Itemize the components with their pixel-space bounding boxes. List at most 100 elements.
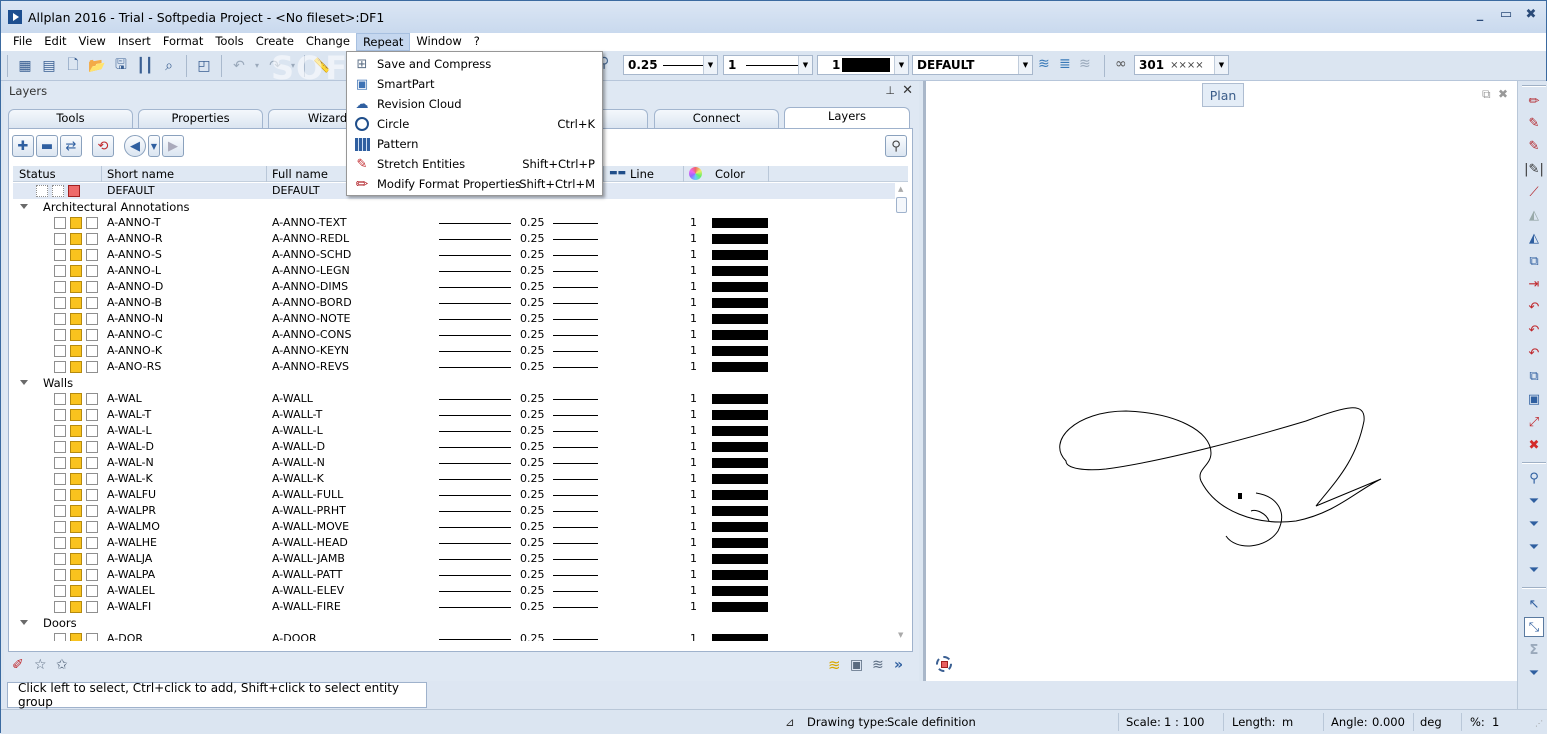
- layer-status-indicator[interactable]: [70, 329, 82, 341]
- visibility-checkbox[interactable]: [54, 569, 66, 581]
- layer-pen-thickness[interactable]: 0.25: [520, 584, 545, 597]
- plan-viewport[interactable]: Plan ⧉ ✖: [923, 81, 1517, 681]
- layer-row[interactable]: A-WALPR A-WALL-PRHT 0.25 1: [13, 503, 895, 519]
- layer-color-swatch[interactable]: [712, 522, 768, 532]
- layer-line-type[interactable]: 1: [690, 312, 697, 325]
- layer-group[interactable]: Architectural Annotations: [13, 199, 895, 215]
- open-file-icon[interactable]: 📂: [86, 55, 108, 77]
- layer-pen-thickness[interactable]: 0.25: [520, 344, 545, 357]
- layer-pen-thickness[interactable]: 0.25: [520, 360, 545, 373]
- layer-color-swatch[interactable]: [712, 298, 768, 308]
- layer-line-type[interactable]: 1: [690, 568, 697, 581]
- layer-row[interactable]: A-WAL-D A-WALL-D 0.25 1: [13, 439, 895, 455]
- layer-color-swatch[interactable]: [712, 394, 768, 404]
- layer-pen-thickness[interactable]: 0.25: [520, 632, 545, 641]
- layer-row[interactable]: A-DOR A-DOOR 0.25 1: [13, 631, 895, 641]
- layer-line-type[interactable]: 1: [690, 392, 697, 405]
- lock-checkbox[interactable]: [86, 361, 98, 373]
- lock-checkbox[interactable]: [86, 553, 98, 565]
- lock-checkbox[interactable]: [86, 297, 98, 309]
- col-color[interactable]: Color: [715, 167, 745, 181]
- layer-status-indicator[interactable]: [70, 345, 82, 357]
- layer-color-swatch[interactable]: [712, 410, 768, 420]
- visibility-checkbox[interactable]: [54, 265, 66, 277]
- layer-row[interactable]: A-ANNO-S A-ANNO-SCHD 0.25 1: [13, 247, 895, 263]
- more-icon[interactable]: »: [894, 657, 903, 673]
- layer-line-type[interactable]: 1: [690, 456, 697, 469]
- col-full-name[interactable]: Full name: [272, 167, 328, 181]
- line-type-select[interactable]: 1 ▼: [723, 55, 813, 75]
- lock-checkbox[interactable]: [86, 217, 98, 229]
- new-file-icon[interactable]: 🗋: [62, 55, 84, 77]
- layer-line-type[interactable]: 1: [690, 216, 697, 229]
- freehand-curve[interactable]: [1059, 407, 1382, 523]
- chevron-down-icon[interactable]: ▼: [1214, 56, 1228, 74]
- lock-checkbox[interactable]: [86, 393, 98, 405]
- visibility-checkbox[interactable]: [54, 313, 66, 325]
- layer-color-swatch[interactable]: [712, 442, 768, 452]
- arc-curve[interactable]: [1250, 510, 1270, 522]
- layer-color-swatch[interactable]: [712, 266, 768, 276]
- layer-line-type[interactable]: 1: [690, 344, 697, 357]
- back-button[interactable]: ◀: [124, 135, 146, 157]
- layer-line-type[interactable]: 1: [690, 296, 697, 309]
- layer-color-swatch[interactable]: [712, 234, 768, 244]
- layer-row[interactable]: A-WALEL A-WALL-ELEV 0.25 1: [13, 583, 895, 599]
- layer-line-type[interactable]: 1: [690, 632, 697, 641]
- visibility-checkbox[interactable]: [36, 185, 48, 197]
- select-arrow-icon[interactable]: ↖: [1524, 594, 1544, 614]
- modify-distance-icon[interactable]: |✎|: [1524, 159, 1544, 179]
- layer-row[interactable]: A-ANNO-N A-ANNO-NOTE 0.25 1: [13, 311, 895, 327]
- layer-line-type[interactable]: 1: [690, 248, 697, 261]
- layer-color-swatch[interactable]: [712, 314, 768, 324]
- scale-value[interactable]: 1 : 100: [1164, 715, 1204, 729]
- layer-status-indicator[interactable]: [70, 457, 82, 469]
- select-window-icon[interactable]: ⤡: [1524, 617, 1544, 637]
- lock-checkbox[interactable]: [86, 313, 98, 325]
- filter-element-icon[interactable]: ⏷: [1524, 537, 1544, 557]
- layout-icon[interactable]: ◰: [193, 55, 215, 77]
- layer-pen-thickness[interactable]: 0.25: [520, 408, 545, 421]
- visibility-checkbox[interactable]: [54, 553, 66, 565]
- layer-status-indicator[interactable]: [70, 489, 82, 501]
- visibility-checkbox[interactable]: [54, 409, 66, 421]
- layer-pen-thickness[interactable]: 0.25: [520, 232, 545, 245]
- filter-layer-icon[interactable]: ⏷: [1524, 491, 1544, 511]
- layer-pen-thickness[interactable]: 0.25: [520, 472, 545, 485]
- scroll-up-icon[interactable]: ▲: [898, 185, 903, 193]
- visibility-checkbox[interactable]: [54, 505, 66, 517]
- layer-line-type[interactable]: 1: [690, 408, 697, 421]
- chevron-down-icon[interactable]: ▼: [1018, 56, 1032, 74]
- col-line[interactable]: Line: [630, 167, 654, 181]
- measure-icon[interactable]: 📏: [311, 55, 333, 77]
- lock-checkbox[interactable]: [86, 569, 98, 581]
- layer-restore-icon[interactable]: ≋: [1079, 56, 1091, 72]
- col-status[interactable]: Status: [19, 167, 56, 181]
- chevron-down-icon[interactable]: ▼: [703, 56, 717, 74]
- layer-row[interactable]: A-WALPA A-WALL-PATT 0.25 1: [13, 567, 895, 583]
- visibility-checkbox[interactable]: [54, 441, 66, 453]
- layer-color-swatch[interactable]: [712, 346, 768, 356]
- lock-checkbox[interactable]: [86, 585, 98, 597]
- visibility-checkbox[interactable]: [54, 537, 66, 549]
- layer-line-type[interactable]: 1: [690, 360, 697, 373]
- undo-icon[interactable]: ↶: [228, 55, 250, 77]
- layer-line-type[interactable]: 1: [690, 328, 697, 341]
- chevron-down-icon[interactable]: ▼: [798, 56, 812, 74]
- tab-properties[interactable]: Properties: [138, 109, 263, 128]
- layer-status-indicator[interactable]: [70, 265, 82, 277]
- bring-forward-icon[interactable]: ▣: [1524, 389, 1544, 409]
- lock-checkbox[interactable]: [86, 425, 98, 437]
- drawing-canvas[interactable]: [926, 81, 1520, 681]
- favorites-save-icon[interactable]: ✩: [56, 657, 68, 673]
- redo-dropdown-icon[interactable]: ▾: [288, 55, 298, 77]
- stretch-entities-icon[interactable]: ✎: [1524, 113, 1544, 133]
- resize-grip-icon[interactable]: ⋰: [1535, 719, 1543, 728]
- layer-pen-thickness[interactable]: 0.25: [520, 392, 545, 405]
- toolbar-grip[interactable]: [1522, 85, 1546, 87]
- scroll-thumb[interactable]: [896, 197, 907, 213]
- layer-pen-thickness[interactable]: 0.25: [520, 312, 545, 325]
- layer-status-indicator[interactable]: [70, 393, 82, 405]
- scroll-down-icon[interactable]: ▼: [898, 631, 903, 639]
- menu-insert[interactable]: Insert: [112, 33, 157, 51]
